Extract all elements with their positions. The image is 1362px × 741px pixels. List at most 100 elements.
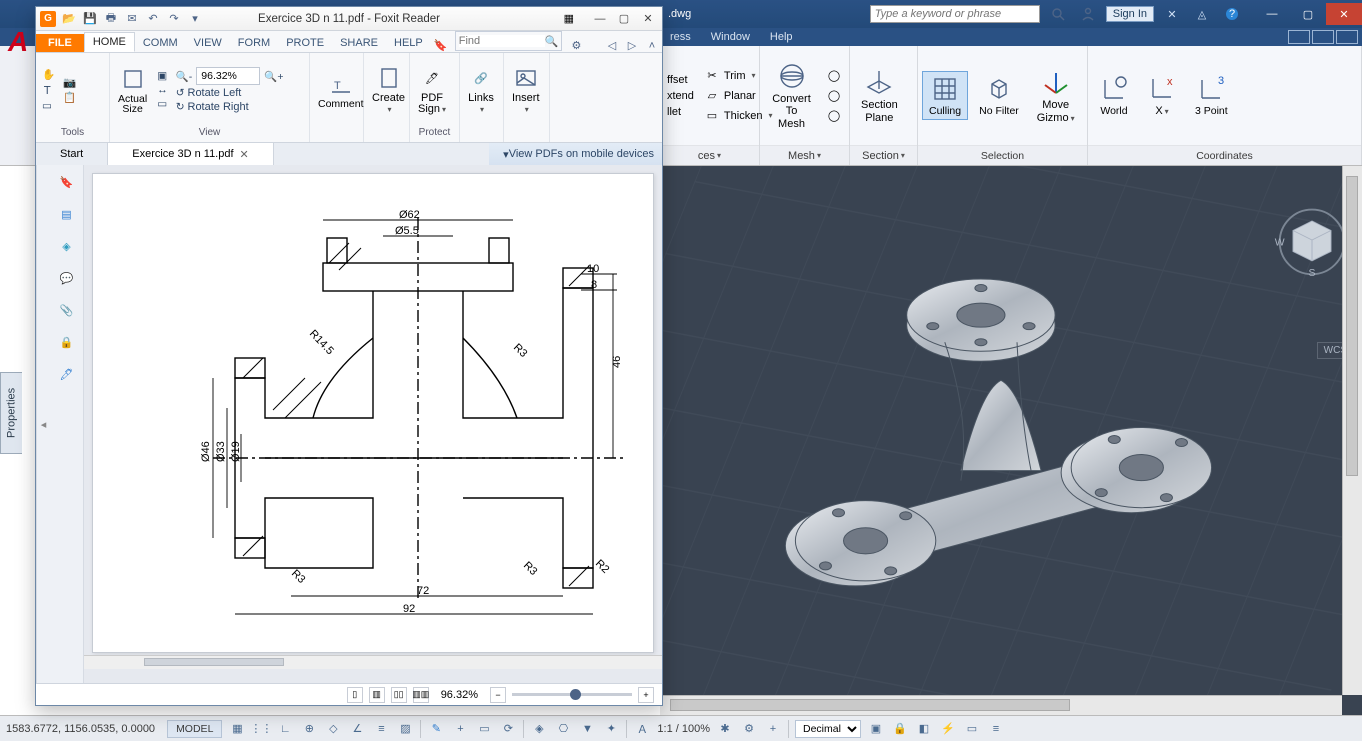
annoscale-icon[interactable]: Ａ xyxy=(633,720,651,738)
find-input[interactable] xyxy=(459,35,545,47)
lineweight-icon[interactable]: ≡ xyxy=(372,720,390,738)
autodesk-a-icon[interactable]: ◬ xyxy=(1190,3,1214,25)
foxit-page-view[interactable]: Ø62 Ø5.5 10 8 46 Ø46 Ø33 Ø19 72 92 R14.5… xyxy=(84,165,662,683)
close-button[interactable]: ✕ xyxy=(1326,3,1362,25)
panel-mesh-label[interactable]: Mesh xyxy=(788,150,815,162)
select-annot-button[interactable]: ▭ xyxy=(40,100,57,112)
redo-icon[interactable]: ↷ xyxy=(165,10,183,28)
find-field[interactable]: 🔍 xyxy=(455,31,563,51)
snap-toggle-icon[interactable]: ⋮⋮ xyxy=(252,720,270,738)
tab-share[interactable]: SHARE xyxy=(332,34,386,52)
menu-help[interactable]: Help xyxy=(760,31,803,43)
filter-icon[interactable]: ▼ xyxy=(578,720,596,738)
clean-screen-icon[interactable]: ▭ xyxy=(963,720,981,738)
rotate-left-button[interactable]: ↺ Rotate Left xyxy=(174,87,286,99)
bookmark-icon[interactable]: 🔖 xyxy=(431,39,451,52)
continuous-button[interactable]: ▥ xyxy=(369,687,385,703)
close-doc-tab-icon[interactable]: ✕ xyxy=(240,148,249,161)
section-plane-button[interactable]: SectionPlane xyxy=(854,64,905,127)
exchange-icon[interactable]: ✕ xyxy=(1160,3,1184,25)
zoom-in-button[interactable]: 🔍+ xyxy=(262,70,285,83)
extend-button[interactable]: xtend xyxy=(664,89,697,103)
ribbon-collapse-icon[interactable]: ˄ xyxy=(642,40,662,52)
zoom-input[interactable] xyxy=(196,67,260,85)
panel-section-label[interactable]: Section xyxy=(862,150,899,162)
anno-monitor-icon[interactable]: + xyxy=(764,720,782,738)
create-button[interactable]: Create▾ xyxy=(368,63,409,117)
select-text-button[interactable]: Ｔ xyxy=(40,83,57,98)
tab-protect[interactable]: PROTE xyxy=(278,34,332,52)
save-icon[interactable]: 💾 xyxy=(81,10,99,28)
comment-button[interactable]: T Comment xyxy=(314,69,368,112)
page-hscroll[interactable] xyxy=(84,655,662,669)
tab-form[interactable]: FORM xyxy=(230,34,278,52)
mesh-opt1-button[interactable]: ◯ xyxy=(823,67,845,85)
bookmarks-panel-icon[interactable]: 🔖 xyxy=(56,171,78,193)
gizmo-sb-icon[interactable]: ✦ xyxy=(602,720,620,738)
doc-restore-icon[interactable] xyxy=(1312,30,1334,44)
viewport-vscroll[interactable] xyxy=(1342,166,1362,695)
foxit-close-button[interactable]: ✕ xyxy=(638,11,658,27)
anno-vis-icon[interactable]: ✱ xyxy=(716,720,734,738)
convert-to-mesh-button[interactable]: ConvertTo Mesh xyxy=(764,58,819,134)
single-page-button[interactable]: ▯ xyxy=(347,687,363,703)
foxit-maximize-button[interactable]: ▢ xyxy=(614,11,634,27)
print-icon[interactable]: 🖶 xyxy=(102,10,120,28)
search-icon[interactable] xyxy=(1046,3,1070,25)
acad-search-input[interactable] xyxy=(870,5,1040,23)
foxit-titlebar[interactable]: G 📂 💾 🖶 ✉ ↶ ↷ ▾ Exercice 3D n 11.pdf - F… xyxy=(36,7,662,31)
help-icon[interactable]: ? xyxy=(1220,3,1244,25)
x-axis-button[interactable]: x X▾ xyxy=(1140,70,1184,121)
mobile-banner[interactable]: ▾ View PDFs on mobile devices xyxy=(489,143,662,165)
culling-button[interactable]: Culling xyxy=(922,71,968,121)
ws-switch-icon[interactable]: ⚙ xyxy=(740,720,758,738)
tab-home[interactable]: HOME xyxy=(84,32,135,52)
fillet-button[interactable]: llet xyxy=(664,105,697,119)
search-icon[interactable]: 🔍 xyxy=(545,35,559,48)
continuous-facing-button[interactable]: ▥▥ xyxy=(413,687,429,703)
ortho-toggle-icon[interactable]: ∟ xyxy=(276,720,294,738)
autocad-logo-icon[interactable]: A xyxy=(8,26,28,58)
insert-button[interactable]: Insert▾ xyxy=(508,63,544,117)
tab-comment[interactable]: COMM xyxy=(135,34,186,52)
world-button[interactable]: World xyxy=(1092,71,1136,121)
pages-panel-icon[interactable]: ▤ xyxy=(56,203,78,225)
fit-width-button[interactable]: ↔ xyxy=(155,84,170,96)
snapshot-button[interactable]: 📷 xyxy=(61,76,78,89)
offset-button[interactable]: ffset xyxy=(664,73,697,87)
menu-window[interactable]: Window xyxy=(701,31,760,43)
find-settings-icon[interactable]: ⚙ xyxy=(566,39,586,52)
menu-ress[interactable]: ress xyxy=(660,31,701,43)
zoom-out-button[interactable]: 🔍- xyxy=(174,70,195,83)
foxit-minimize-button[interactable]: — xyxy=(590,11,610,27)
polar-toggle-icon[interactable]: ⊕ xyxy=(300,720,318,738)
model-space-button[interactable]: MODEL xyxy=(167,720,222,738)
fit-page-button[interactable]: ▣ xyxy=(155,70,170,82)
security-panel-icon[interactable]: 🔒 xyxy=(56,331,78,353)
panel-ces-label[interactable]: ces xyxy=(698,150,715,162)
minimize-button[interactable]: — xyxy=(1254,3,1290,25)
clipboard-button[interactable]: 📋 xyxy=(61,91,78,104)
quick-props-icon[interactable]: ▣ xyxy=(867,720,885,738)
sc-toggle-icon[interactable]: ✎ xyxy=(427,720,445,738)
dyn-input-icon[interactable]: + xyxy=(451,720,469,738)
facing-button[interactable]: ▯▯ xyxy=(391,687,407,703)
sign-in-button[interactable]: Sign In xyxy=(1106,6,1154,22)
zoom-slider[interactable] xyxy=(512,693,632,696)
acad-3d-viewport[interactable]: S W WCS xyxy=(660,166,1362,715)
mesh-opt2-button[interactable]: ◯ xyxy=(823,87,845,105)
hand-tool-button[interactable]: ✋ xyxy=(40,68,57,81)
lock-ui-icon[interactable]: 🔒 xyxy=(891,720,909,738)
fit-visible-button[interactable]: ▭ xyxy=(155,98,170,110)
rotate-right-button[interactable]: ↻ Rotate Right xyxy=(174,101,286,113)
zoom-out-status-button[interactable]: − xyxy=(490,687,506,703)
hw-accel-icon[interactable]: ⚡ xyxy=(939,720,957,738)
transparency-icon[interactable]: ▨ xyxy=(396,720,414,738)
mesh-opt3-button[interactable]: ◯ xyxy=(823,107,845,125)
3dosnap-icon[interactable]: ◈ xyxy=(530,720,548,738)
undo-icon[interactable]: ↶ xyxy=(144,10,162,28)
anno-scale-label[interactable]: 1:1 / 100% xyxy=(657,723,710,735)
find-next-icon[interactable]: ▷ xyxy=(622,39,642,52)
grid-toggle-icon[interactable]: ▦ xyxy=(228,720,246,738)
ribbon-compact-icon[interactable]: ▦ xyxy=(564,12,574,25)
